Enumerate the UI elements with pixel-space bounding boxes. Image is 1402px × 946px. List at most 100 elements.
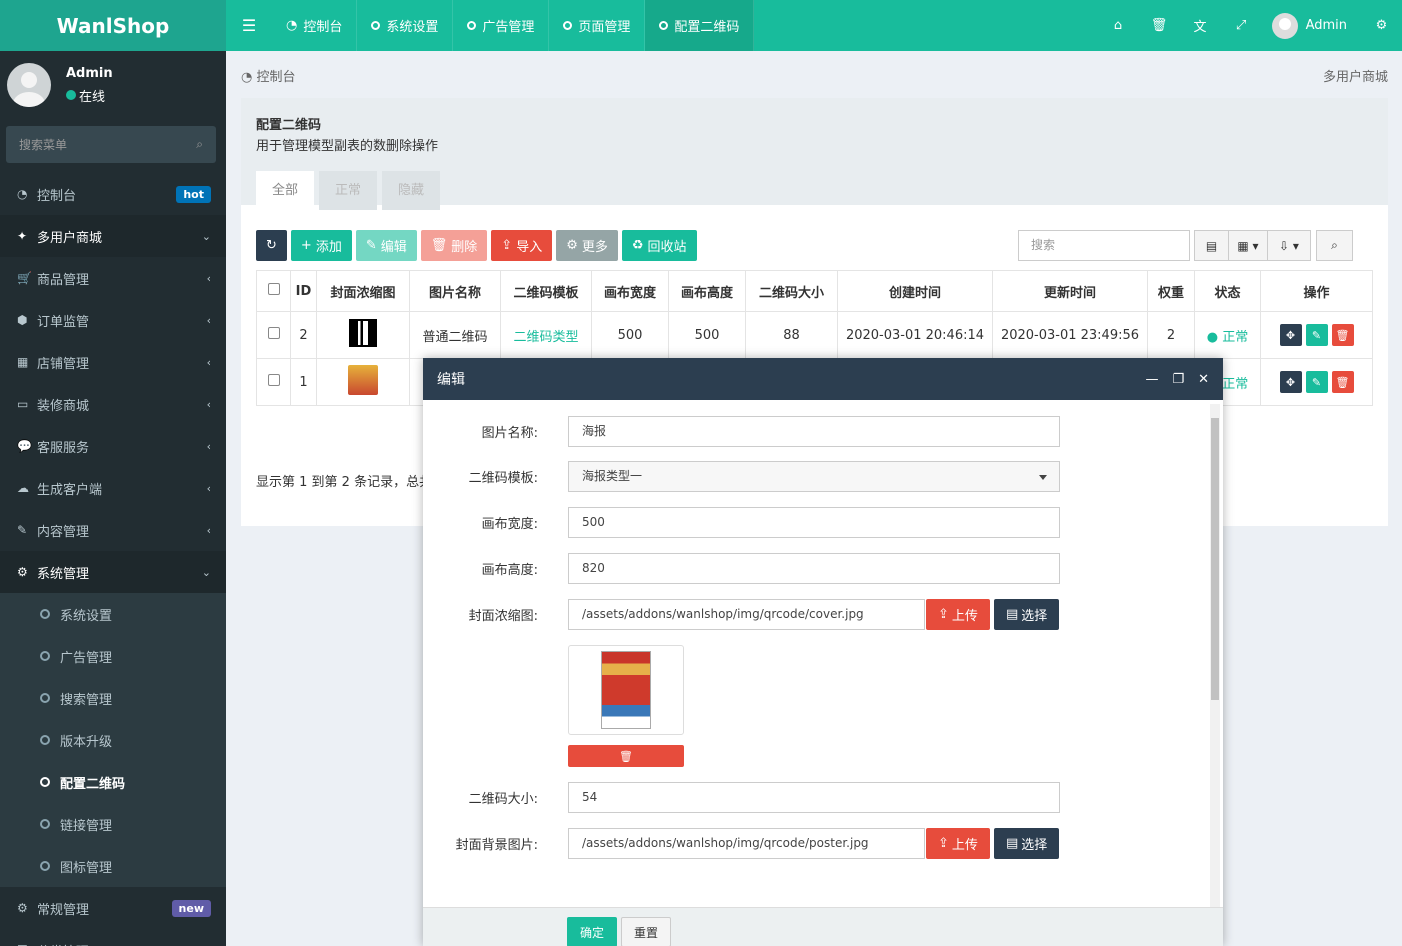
tab-dashboard[interactable]: ◔ 控制台 xyxy=(272,0,358,51)
tab-hidden[interactable]: 隐藏 xyxy=(382,171,441,210)
col-created: 创建时间 xyxy=(837,270,993,312)
cover-delete-button[interactable]: 🗑 xyxy=(568,745,684,767)
delete-button[interactable]: 🗑 删除 xyxy=(420,230,488,261)
search-button[interactable]: ⌕ xyxy=(1316,230,1353,261)
tab-normal[interactable]: 正常 xyxy=(319,171,378,210)
sidebar-item-5[interactable]: ▭ 装修商城 ‹ xyxy=(0,383,226,425)
upload-icon: ⇪ xyxy=(501,238,513,253)
sidebar-item-10[interactable]: 系统设置 xyxy=(0,593,226,635)
cover-path-field[interactable]: /assets/addons/wanlshop/img/qrcode/cover… xyxy=(568,599,925,630)
sidebar-item-17[interactable]: ⚙ 常规管理 new xyxy=(0,887,226,929)
cell-name: 普通二维码 xyxy=(409,311,501,359)
tab-system-settings[interactable]: 系统设置 xyxy=(357,0,454,51)
search-input[interactable]: 搜索 xyxy=(1018,230,1190,261)
upload-icon: ⇪ xyxy=(938,607,949,622)
row-checkbox[interactable] xyxy=(267,374,280,386)
drag-sort-button[interactable]: ✥ xyxy=(1279,324,1302,346)
select-all-checkbox[interactable] xyxy=(267,283,280,295)
minimize-icon[interactable]: — xyxy=(1145,372,1158,387)
dialog-scrollbar[interactable] xyxy=(1210,404,1220,907)
cube-icon: ⬢ xyxy=(17,313,28,327)
add-button[interactable]: + 添加 xyxy=(290,230,352,261)
row-checkbox[interactable] xyxy=(267,327,280,339)
circle-icon xyxy=(40,609,50,619)
sidebar-item-8[interactable]: ✎ 内容管理 ‹ xyxy=(0,509,226,551)
columns-button[interactable]: ▦ ▾ xyxy=(1228,230,1268,261)
height-field[interactable]: 820 xyxy=(568,553,1060,584)
tab-page-management[interactable]: 页面管理 xyxy=(549,0,646,51)
sidebar-item-16[interactable]: 图标管理 xyxy=(0,845,226,887)
sidebar-item-7[interactable]: ☁ 生成客户端 ‹ xyxy=(0,467,226,509)
sidebar-item-18[interactable]: ☰分类管理‹ xyxy=(0,929,226,946)
tab-qrcode-config[interactable]: 配置二维码 xyxy=(645,0,755,51)
qrcode-thumbnail[interactable] xyxy=(349,319,377,347)
search-icon: ⌕ xyxy=(1331,238,1338,252)
row-delete-button[interactable]: 🗑 xyxy=(1331,371,1354,393)
cell-id: 1 xyxy=(290,358,317,406)
recycle-bin-button[interactable]: ♻ 回收站 xyxy=(621,230,697,261)
sidebar-toggle-icon[interactable]: ☰ xyxy=(226,0,272,51)
sidebar-item-2[interactable]: 🛒 商品管理 ‹ xyxy=(0,257,226,299)
toggle-view-button[interactable]: ▤ xyxy=(1194,230,1229,261)
refresh-button[interactable]: ↻ xyxy=(256,230,287,261)
sidebar-item-15[interactable]: 链接管理 xyxy=(0,803,226,845)
more-button[interactable]: ⚙ 更多 xyxy=(556,230,618,261)
poster-thumbnail[interactable] xyxy=(348,365,378,395)
row-edit-button[interactable]: ✎ xyxy=(1305,371,1328,393)
qrsize-field[interactable]: 54 xyxy=(568,782,1060,813)
menu-search-input[interactable]: 搜索菜单 ⌕ xyxy=(6,126,216,163)
reset-button[interactable]: 重置 xyxy=(621,917,671,946)
row-edit-button[interactable]: ✎ xyxy=(1305,324,1328,346)
tab-ad-management[interactable]: 广告管理 xyxy=(453,0,550,51)
confirm-button[interactable]: 确定 xyxy=(567,917,617,946)
sidebar-item-14[interactable]: 配置二维码 xyxy=(0,761,226,803)
language-icon[interactable]: 文 xyxy=(1180,16,1221,35)
sidebar-item-13[interactable]: 版本升级 xyxy=(0,719,226,761)
cover-choose-button[interactable]: ▤ 选择 xyxy=(994,599,1060,630)
cover-upload-button[interactable]: ⇪ 上传 xyxy=(926,599,990,630)
drag-sort-button[interactable]: ✥ xyxy=(1279,371,1302,393)
close-icon[interactable]: ✕ xyxy=(1198,372,1209,387)
col-id[interactable]: ID xyxy=(290,270,317,312)
app-logo[interactable]: WanlShop xyxy=(0,0,226,51)
trash-icon[interactable]: 🗑 xyxy=(1139,18,1180,33)
dialog-header[interactable]: 编辑 — ❐ ✕ xyxy=(423,358,1223,400)
export-button[interactable]: ⇩ ▾ xyxy=(1267,230,1311,261)
table-row[interactable]: 2 普通二维码 二维码类型 500 500 88 2020-03-01 20:4… xyxy=(256,311,1373,359)
breadcrumb[interactable]: ◔ 控制台 xyxy=(241,66,296,85)
cell-template-link[interactable]: 二维码类型 xyxy=(513,330,578,345)
bg-upload-button[interactable]: ⇪ 上传 xyxy=(926,828,990,859)
upload-icon: ⇪ xyxy=(938,836,949,851)
sidebar-item-3[interactable]: ⬢ 订单监管 ‹ xyxy=(0,299,226,341)
row-delete-button[interactable]: 🗑 xyxy=(1331,324,1354,346)
sidebar-item-12[interactable]: 搜索管理 xyxy=(0,677,226,719)
fullscreen-icon[interactable]: ⤢ xyxy=(1221,18,1262,33)
name-field[interactable]: 海报 xyxy=(568,416,1060,447)
edit-button[interactable]: ✎ 编辑 xyxy=(355,230,417,261)
sidebar-item-label: 系统设置 xyxy=(60,608,113,624)
cover-preview[interactable] xyxy=(568,645,684,735)
import-button[interactable]: ⇪ 导入 xyxy=(491,230,553,261)
col-name: 图片名称 xyxy=(409,270,501,312)
template-select[interactable]: 海报类型一 xyxy=(568,461,1060,492)
sidebar-item-1[interactable]: ✦ 多用户商城 ⌄ xyxy=(0,215,226,257)
bg-choose-button[interactable]: ▤ 选择 xyxy=(994,828,1060,859)
search-icon[interactable]: ⌕ xyxy=(196,137,203,152)
list-icon: ▤ xyxy=(1006,836,1019,851)
list-icon: ▤ xyxy=(1205,238,1218,253)
sidebar-item-6[interactable]: 💬 客服服务 ‹ xyxy=(0,425,226,467)
sidebar-item-0[interactable]: ◔ 控制台 hot xyxy=(0,173,226,215)
maximize-icon[interactable]: ❐ xyxy=(1172,372,1184,387)
home-icon[interactable]: ⌂ xyxy=(1098,18,1139,33)
sidebar-item-11[interactable]: 广告管理 xyxy=(0,635,226,677)
width-field[interactable]: 500 xyxy=(568,507,1060,538)
user-menu[interactable]: Admin xyxy=(1262,12,1361,39)
scrollbar-thumb[interactable] xyxy=(1211,418,1219,700)
cogs-icon[interactable]: ⚙ xyxy=(1361,18,1402,33)
trash-icon: 🗑 xyxy=(430,238,448,253)
bg-path-field[interactable]: /assets/addons/wanlshop/img/qrcode/poste… xyxy=(568,828,925,859)
tab-all[interactable]: 全部 xyxy=(256,171,315,210)
sidebar-item-4[interactable]: ▦ 店铺管理 ‹ xyxy=(0,341,226,383)
field-label: 二维码大小: xyxy=(468,792,538,807)
sidebar-item-9[interactable]: ⚙ 系统管理 ⌄ xyxy=(0,551,226,593)
